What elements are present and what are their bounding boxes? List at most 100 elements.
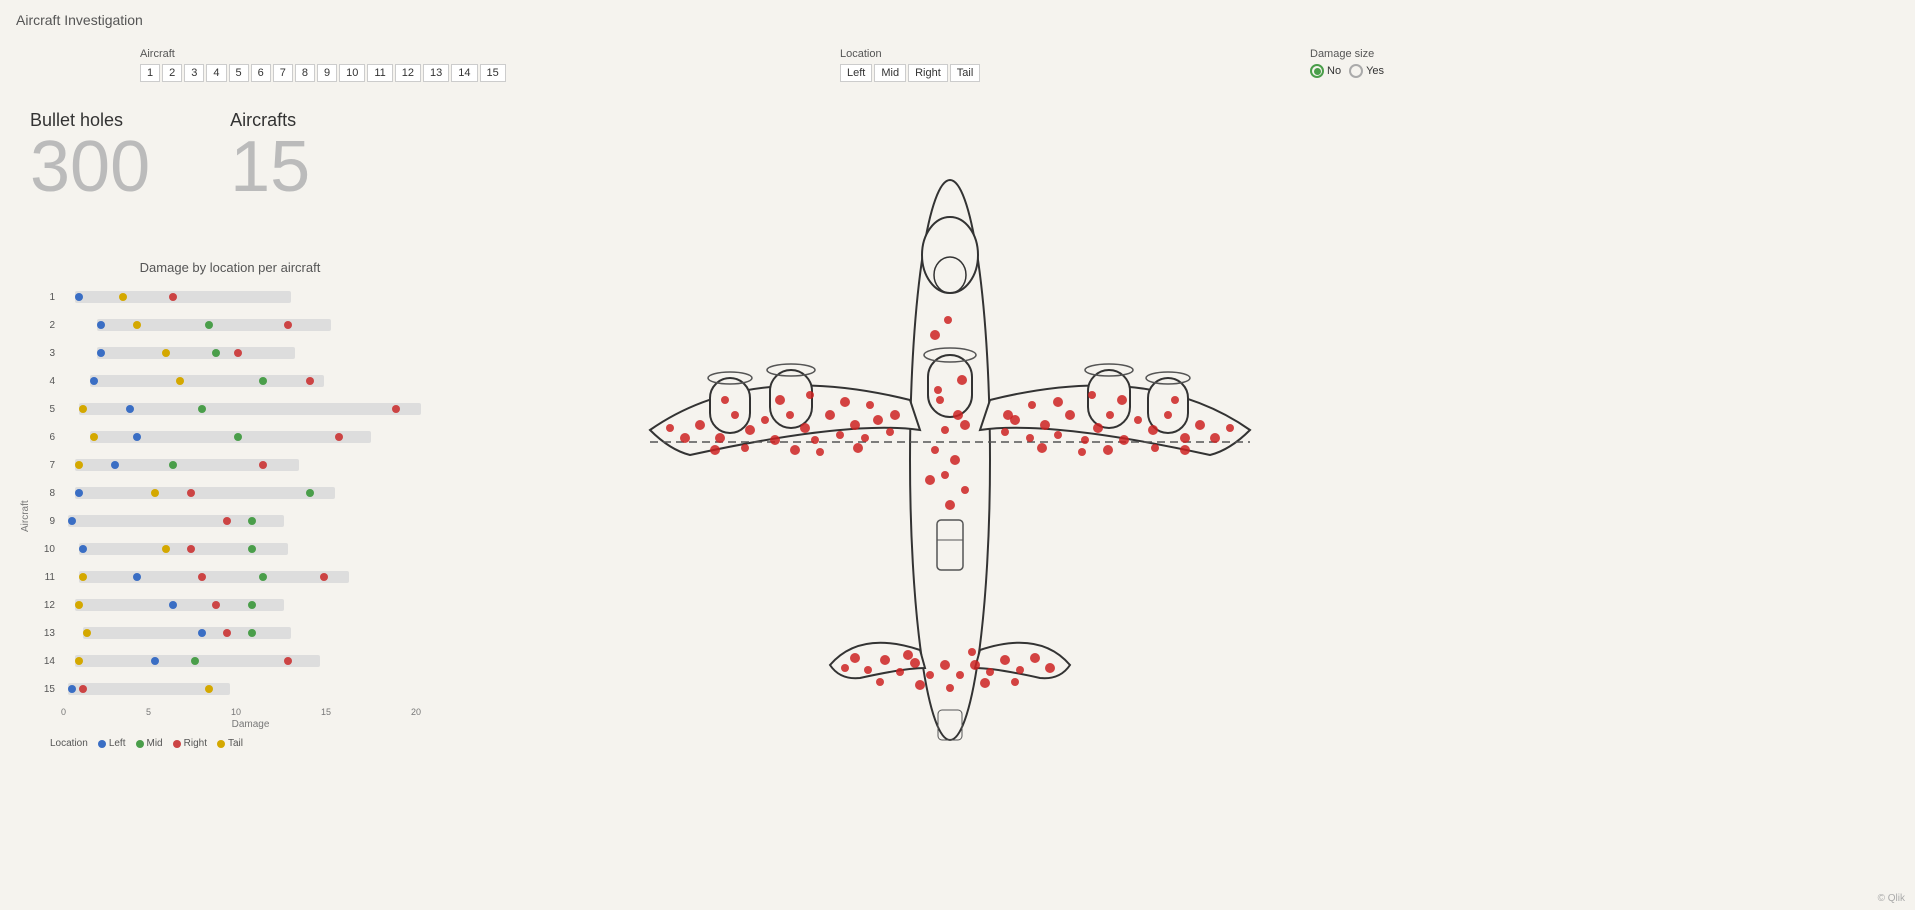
legend-item-tail: Tail [217,738,243,749]
legend-dot [136,740,144,748]
location-filter-label: Location [840,48,980,60]
aircraft-filter-buttons: 123456789101112131415 [140,64,506,82]
x-tick: 15 [321,707,331,717]
row-bar-area [61,483,440,503]
row-bar-area [61,679,440,699]
radio-yes[interactable]: Yes [1349,64,1384,78]
legend-label: Location [50,738,88,749]
kpi-aircrafts: Aircrafts 15 [230,110,310,203]
chart-rows: 123456789101112131415 [35,283,440,703]
aircraft-filter-btn-8[interactable]: 8 [295,64,315,82]
row-bar-area [61,287,440,307]
location-filter-btn-Tail[interactable]: Tail [950,64,981,82]
chart-row: 15 [35,675,440,703]
row-dot [133,433,141,441]
row-dot [248,629,256,637]
aircraft-filter-btn-4[interactable]: 4 [206,64,226,82]
location-filter-btn-Mid[interactable]: Mid [874,64,906,82]
row-dot [248,517,256,525]
row-bar-area [61,595,440,615]
row-dot [68,517,76,525]
row-dot [259,461,267,469]
aircraft-filter-btn-2[interactable]: 2 [162,64,182,82]
legend-dot [173,740,181,748]
row-label: 6 [35,432,55,443]
row-dot [97,349,105,357]
aircraft-filter-btn-7[interactable]: 7 [273,64,293,82]
legend-item-left: Left [98,738,126,749]
row-dot [75,293,83,301]
chart-row: 3 [35,339,440,367]
row-dot [198,573,206,581]
row-bar-area [61,651,440,671]
location-filter: Location LeftMidRightTail [840,48,980,82]
aircraft-filter-btn-9[interactable]: 9 [317,64,337,82]
aircraft-filter-btn-12[interactable]: 12 [395,64,421,82]
chart-row: 2 [35,311,440,339]
aircraft-filter-btn-11[interactable]: 11 [367,64,392,82]
row-bar [75,291,291,303]
row-bar-area [61,539,440,559]
legend-dot [217,740,225,748]
row-dot [259,377,267,385]
row-bar-area [61,315,440,335]
x-tick: 0 [61,707,66,717]
row-label: 3 [35,348,55,359]
aircraft-filter-btn-1[interactable]: 1 [140,64,160,82]
row-dot [306,377,314,385]
row-dot [212,601,220,609]
chart-row: 14 [35,647,440,675]
row-label: 8 [35,488,55,499]
row-dot [187,545,195,553]
chart-row: 11 [35,563,440,591]
aircraft-filter-btn-6[interactable]: 6 [251,64,271,82]
x-tick: 10 [231,707,241,717]
row-dot [79,573,87,581]
legend-item-label: Tail [228,738,243,749]
chart-row: 10 [35,535,440,563]
row-dot [212,349,220,357]
row-dot [75,601,83,609]
location-filter-btn-Right[interactable]: Right [908,64,948,82]
row-dot [320,573,328,581]
aircraft-filter-btn-13[interactable]: 13 [423,64,449,82]
damage-size-filter: Damage size No Yes [1310,48,1384,78]
radio-no[interactable]: No [1310,64,1341,78]
row-dot [169,293,177,301]
row-dot [119,293,127,301]
row-dot [75,489,83,497]
legend-item-label: Mid [147,738,163,749]
row-dot [162,349,170,357]
row-bar-area [61,455,440,475]
chart-row: 8 [35,479,440,507]
row-dot [162,545,170,553]
location-filter-btn-Left[interactable]: Left [840,64,872,82]
kpi-section: Bullet holes 300 Aircrafts 15 [30,110,310,203]
row-dot [79,545,87,553]
row-dot [79,685,87,693]
row-dot [68,685,76,693]
row-dot [111,461,119,469]
row-bar-area [61,427,440,447]
chart-row: 12 [35,591,440,619]
aircraft-filter-btn-14[interactable]: 14 [451,64,477,82]
row-dot [284,321,292,329]
chart-area: Aircraft 123456789101112131415 05101520 … [20,283,440,730]
row-dot [306,489,314,497]
chart-row: 6 [35,423,440,451]
aircraft-filter-btn-10[interactable]: 10 [339,64,365,82]
aircraft-filter-btn-15[interactable]: 15 [480,64,506,82]
row-dot [234,433,242,441]
kpi-bullet-holes: Bullet holes 300 [30,110,150,203]
row-bar-area [61,623,440,643]
aircraft-filter-btn-3[interactable]: 3 [184,64,204,82]
x-axis-ticks: 05101520 [61,707,421,717]
page-title: Aircraft Investigation [16,12,143,28]
damage-size-label: Damage size [1310,48,1384,60]
chart-section: Damage by location per aircraft Aircraft… [20,260,440,749]
row-dot [248,601,256,609]
aircraft-filter-btn-5[interactable]: 5 [229,64,249,82]
row-dot [259,573,267,581]
row-dot [205,685,213,693]
row-label: 15 [35,684,55,695]
